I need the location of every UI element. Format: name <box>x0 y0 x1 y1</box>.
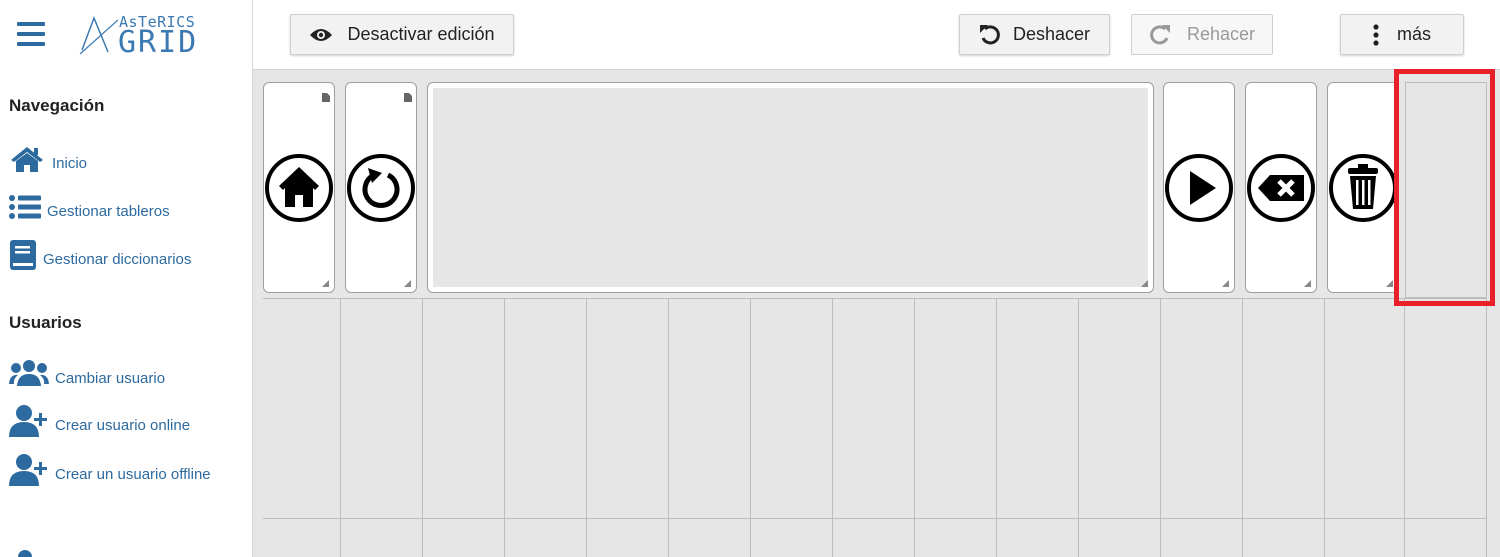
backspace-icon <box>1247 153 1315 222</box>
resize-handle-icon[interactable] <box>1386 280 1393 287</box>
toggle-edit-label: Desactivar edición <box>347 24 495 44</box>
grid-cell-play[interactable] <box>1163 82 1235 293</box>
document-icon <box>322 93 330 102</box>
redo-icon <box>1150 24 1170 44</box>
collected-text-area <box>433 88 1148 287</box>
sidebar-item-crear-usuario-online[interactable]: Crear usuario online <box>9 404 190 438</box>
toolbar: Desactivar edición Deshacer Rehacer más <box>253 0 1500 70</box>
sidebar-item-label: Inicio <box>52 154 88 172</box>
back-icon <box>347 153 415 222</box>
user-icon-partial <box>18 550 32 557</box>
grid-cell-back[interactable] <box>345 82 417 293</box>
resize-handle-icon[interactable] <box>1222 280 1229 287</box>
grid-cell-text-collection[interactable] <box>427 82 1154 293</box>
grid-line <box>263 518 1486 519</box>
grid-cell-empty[interactable] <box>1405 82 1487 298</box>
list-icon <box>9 195 41 219</box>
more-button[interactable]: más <box>1340 14 1464 55</box>
more-label: más <box>1396 24 1431 44</box>
sidebar-item-gestionar-tableros[interactable]: Gestionar tableros <box>9 190 170 224</box>
sidebar-item-label: Crear usuario online <box>55 416 191 434</box>
redo-button[interactable]: Rehacer <box>1131 14 1273 55</box>
users-section-title: Usuarios <box>9 313 82 332</box>
sidebar-item-label: Cambiar usuario <box>55 369 166 387</box>
resize-handle-icon[interactable] <box>322 280 329 287</box>
undo-label: Deshacer <box>1012 24 1091 44</box>
sidebar-item-label: Gestionar tableros <box>47 202 170 220</box>
user-plus-icon <box>9 405 47 437</box>
app-logo[interactable]: AsTeRICS GRID <box>78 12 203 60</box>
sidebar-item-label: Crear un usuario offline <box>55 465 211 483</box>
navigation-section-title: Navegación <box>9 96 105 115</box>
vertical-dots-icon <box>1373 23 1379 46</box>
resize-handle-icon[interactable] <box>1304 280 1311 287</box>
home-icon <box>11 147 43 172</box>
logo-swoosh-icon <box>79 15 118 55</box>
resize-handle-icon[interactable] <box>404 280 411 287</box>
sidebar-item-gestionar-diccionarios[interactable]: Gestionar diccionarios <box>9 238 191 272</box>
user-plus-icon <box>9 454 47 486</box>
sidebar: AsTeRICS GRID Navegación Inicio Gestiona… <box>0 0 253 557</box>
toggle-edit-button[interactable]: Desactivar edición <box>290 14 514 55</box>
sidebar-item-cambiar-usuario[interactable]: Cambiar usuario <box>9 357 165 391</box>
users-icon <box>9 360 49 386</box>
undo-icon <box>979 24 1000 44</box>
sidebar-item-crear-usuario-offline[interactable]: Crear un usuario offline <box>9 453 211 487</box>
document-icon <box>404 93 412 102</box>
grid-editor <box>253 70 1500 557</box>
grid-cell-home[interactable] <box>263 82 335 293</box>
book-icon <box>10 240 36 270</box>
sidebar-item-inicio[interactable]: Inicio <box>9 142 87 176</box>
sidebar-item-label: Gestionar diccionarios <box>43 250 192 268</box>
grid-line <box>263 298 1486 299</box>
undo-button[interactable]: Deshacer <box>959 14 1110 55</box>
menu-hamburger-icon[interactable] <box>17 22 45 46</box>
resize-handle-icon[interactable] <box>1141 280 1148 287</box>
grid-cell-backspace[interactable] <box>1245 82 1317 293</box>
logo-text-main: GRID <box>118 25 199 60</box>
home-icon <box>265 153 333 222</box>
redo-label: Rehacer <box>1186 24 1256 44</box>
eye-icon <box>310 28 333 41</box>
play-icon <box>1165 153 1233 222</box>
grid-line <box>1486 298 1487 557</box>
grid-cell-clear[interactable] <box>1327 82 1399 293</box>
trash-icon <box>1329 153 1397 222</box>
